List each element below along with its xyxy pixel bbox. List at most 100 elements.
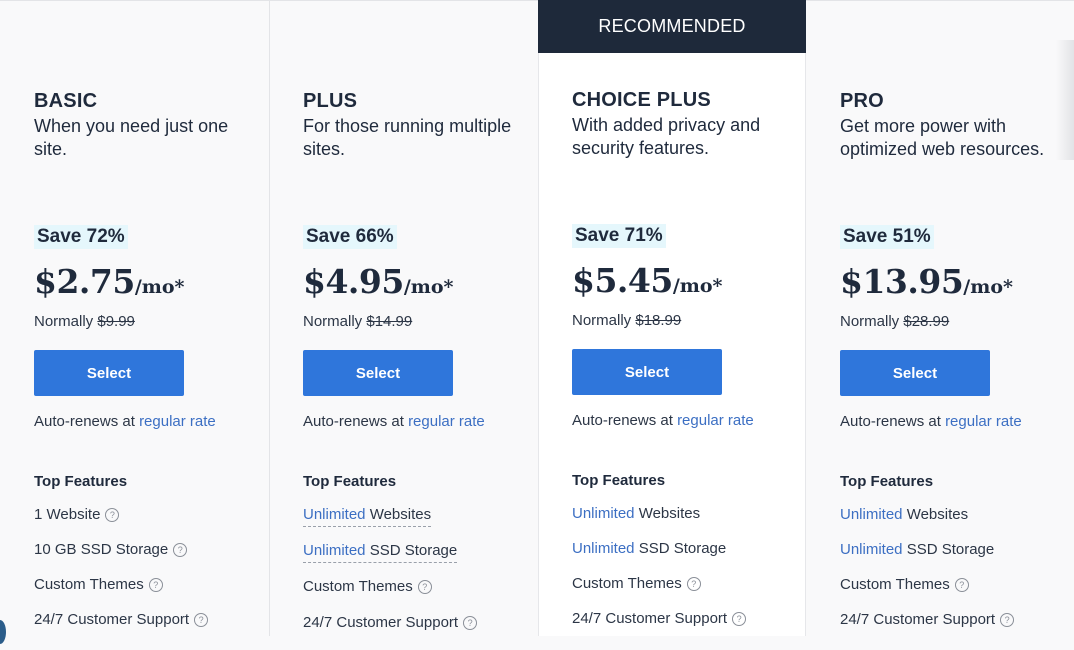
feature-list: Unlimited Websites Unlimited SSD Storage… xyxy=(572,505,802,645)
feature-item: 24/7 Customer Support? xyxy=(840,611,1070,646)
feature-item: Unlimited Websites xyxy=(572,505,802,540)
feature-text: Custom Themes xyxy=(303,578,413,595)
price-period: /mo* xyxy=(403,276,454,298)
feature-item: Custom Themes? xyxy=(572,575,802,610)
normal-price: Normally $14.99 xyxy=(303,313,412,330)
price-amount: $5.45 xyxy=(572,261,673,300)
normal-price: Normally $18.99 xyxy=(572,312,681,329)
feature-text: 24/7 Customer Support xyxy=(840,611,996,628)
select-plus-button[interactable]: Select xyxy=(303,350,453,396)
feature-item: Unlimited Websites xyxy=(840,506,1070,541)
feature-highlight: Unlimited xyxy=(572,540,635,557)
feature-text: Websites xyxy=(365,506,432,523)
auto-renew-note: Auto-renews at regular rate xyxy=(303,413,485,430)
plan-card-basic: BASIC When you need just one site. Save … xyxy=(0,0,269,636)
feature-list: Unlimited Websites Unlimited SSD Storage… xyxy=(840,506,1070,646)
help-icon[interactable]: ? xyxy=(954,578,969,592)
regular-rate-link[interactable]: regular rate xyxy=(677,412,754,429)
help-icon[interactable]: ? xyxy=(194,613,209,627)
help-icon[interactable]: ? xyxy=(732,612,747,626)
price-period: /mo* xyxy=(963,276,1013,298)
plan-price: $5.45/mo* xyxy=(572,261,723,300)
feature-item: Unlimited SSD Storage xyxy=(840,541,1070,576)
regular-rate-link[interactable]: regular rate xyxy=(945,413,1022,430)
feature-text: 24/7 Customer Support xyxy=(303,614,459,631)
feature-item: Custom Themes? xyxy=(303,578,533,614)
features-title: Top Features xyxy=(303,473,397,490)
normal-price: Normally $9.99 xyxy=(34,313,135,330)
feature-highlight: Unlimited xyxy=(840,506,903,523)
plan-title: PLUS xyxy=(303,90,358,112)
normally-label: Normally xyxy=(572,312,632,329)
feature-item: 10 GB SSD Storage? xyxy=(34,541,264,576)
help-icon[interactable]: ? xyxy=(417,580,432,594)
plan-description: When you need just one site. xyxy=(34,116,229,159)
price-period: /mo* xyxy=(672,275,723,297)
feature-text: Custom Themes xyxy=(840,576,950,593)
price-amount: $2.75 xyxy=(34,262,135,301)
feature-item: 24/7 Customer Support? xyxy=(572,610,802,645)
plan-title: CHOICE PLUS xyxy=(572,89,711,111)
save-badge: Save 71% xyxy=(572,224,666,248)
help-icon[interactable]: ? xyxy=(148,578,163,592)
feature-text: SSD Storage xyxy=(634,540,727,557)
plan-description: For those running multiple sites. xyxy=(303,116,512,159)
feature-item: 24/7 Customer Support? xyxy=(34,611,264,646)
plan-card-choice-plus: CHOICE PLUS With added privacy and secur… xyxy=(538,0,806,636)
normally-label: Normally xyxy=(34,313,94,330)
plan-title: BASIC xyxy=(34,90,98,112)
auto-renew-note: Auto-renews at regular rate xyxy=(34,413,216,430)
feature-list: Unlimited Websites Unlimited SSD Storage… xyxy=(303,506,533,650)
normal-price-value: $9.99 xyxy=(97,313,135,330)
feature-text: 10 GB SSD Storage xyxy=(34,541,169,558)
regular-rate-link[interactable]: regular rate xyxy=(408,413,485,430)
normally-label: Normally xyxy=(840,313,900,330)
feature-tooltip-trigger[interactable]: Unlimited Websites xyxy=(303,506,432,527)
regular-rate-link[interactable]: regular rate xyxy=(139,413,216,430)
help-icon[interactable]: ? xyxy=(463,616,478,630)
save-badge: Save 66% xyxy=(303,225,397,249)
select-choice-plus-button[interactable]: Select xyxy=(572,349,722,395)
feature-list: 1 Website? 10 GB SSD Storage? Custom The… xyxy=(34,506,264,646)
plan-price: $13.95/mo* xyxy=(840,262,1013,301)
plan-price: $2.75/mo* xyxy=(34,262,185,301)
plan-title: PRO xyxy=(840,90,884,112)
feature-tooltip-trigger[interactable]: Unlimited SSD Storage xyxy=(303,542,458,563)
feature-highlight: Unlimited xyxy=(303,506,366,523)
renew-prefix: Auto-renews at xyxy=(572,412,673,429)
normally-label: Normally xyxy=(303,313,363,330)
feature-item: Unlimited Websites xyxy=(303,506,533,542)
feature-highlight: Unlimited xyxy=(303,542,366,559)
plan-card-plus: PLUS For those running multiple sites. S… xyxy=(269,0,538,636)
feature-highlight: Unlimited xyxy=(572,505,635,522)
feature-text: SSD Storage xyxy=(902,541,995,558)
features-title: Top Features xyxy=(840,473,934,490)
auto-renew-note: Auto-renews at regular rate xyxy=(840,413,1022,430)
feature-item: Custom Themes? xyxy=(840,576,1070,611)
help-icon[interactable]: ? xyxy=(1000,613,1015,627)
feature-text: 24/7 Customer Support xyxy=(34,611,190,628)
auto-renew-note: Auto-renews at regular rate xyxy=(572,412,754,429)
edge-shadow xyxy=(1056,40,1074,160)
price-period: /mo* xyxy=(134,276,185,298)
plan-price: $4.95/mo* xyxy=(303,262,454,301)
plan-card-pro: PRO Get more power with optimized web re… xyxy=(806,0,1074,636)
save-badge: Save 72% xyxy=(34,225,128,249)
feature-text: Websites xyxy=(634,505,701,522)
feature-text: SSD Storage xyxy=(365,542,458,559)
plan-description: Get more power with optimized web resour… xyxy=(840,116,1045,159)
help-icon[interactable]: ? xyxy=(173,543,188,557)
plan-description: With added privacy and security features… xyxy=(572,115,761,158)
feature-item: Unlimited SSD Storage xyxy=(572,540,802,575)
help-icon[interactable]: ? xyxy=(686,577,701,591)
feature-text: Custom Themes xyxy=(34,576,144,593)
features-title: Top Features xyxy=(34,473,128,490)
normal-price-value: $14.99 xyxy=(366,313,413,330)
help-icon[interactable]: ? xyxy=(105,508,120,522)
select-basic-button[interactable]: Select xyxy=(34,350,184,396)
feature-highlight: Unlimited xyxy=(840,541,903,558)
select-pro-button[interactable]: Select xyxy=(840,350,990,396)
normal-price-value: $28.99 xyxy=(903,313,950,330)
renew-prefix: Auto-renews at xyxy=(303,413,404,430)
price-amount: $13.95 xyxy=(840,262,964,301)
